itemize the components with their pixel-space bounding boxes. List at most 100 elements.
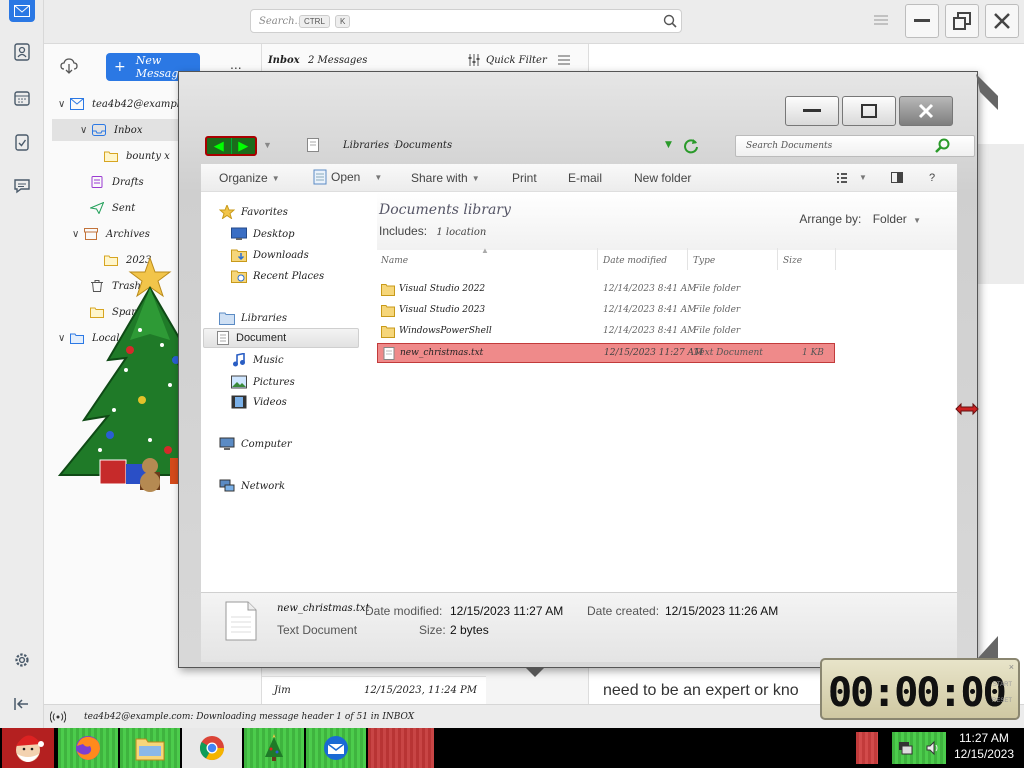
santa-start-icon: [16, 735, 44, 762]
countdown-timer-widget: 00:00:00 × START RESET: [820, 658, 1020, 720]
nav-favorites[interactable]: Favorites: [219, 202, 288, 222]
nav-videos[interactable]: Videos: [231, 392, 287, 412]
app-menu-button[interactable]: [874, 14, 888, 26]
archive-icon: [84, 228, 98, 240]
email-label: E-mail: [568, 171, 603, 185]
chat-button[interactable]: [10, 174, 34, 198]
taskbar-clock[interactable]: 11:27 AM 12/15/2023: [954, 730, 1014, 762]
settings-button[interactable]: [10, 648, 34, 672]
videos-icon: [231, 395, 247, 409]
online-status-icon[interactable]: [50, 711, 66, 723]
arrange-by-dropdown[interactable]: Folder: [873, 212, 907, 226]
desktop-icon: [231, 227, 247, 240]
tasks-button[interactable]: [10, 130, 34, 154]
explorer-minimize-button[interactable]: [785, 96, 839, 126]
back-button[interactable]: ◀: [207, 138, 231, 154]
quick-filter-label[interactable]: Quick Filter: [486, 55, 547, 66]
timer-close-icon[interactable]: ×: [1009, 662, 1014, 672]
tb-close-button[interactable]: [985, 4, 1019, 38]
email-button[interactable]: E-mail: [568, 171, 602, 185]
taskbar-thunderbird[interactable]: [306, 728, 366, 768]
preview-pane-icon[interactable]: [891, 172, 903, 183]
file-row[interactable]: WindowsPowerShell 12/14/2023 8:41 AM Fil…: [377, 322, 835, 342]
taskbar-firefox[interactable]: [58, 728, 118, 768]
volume-icon[interactable]: [925, 740, 941, 756]
file-row[interactable]: Visual Studio 2022 12/14/2023 8:41 AM Fi…: [377, 280, 835, 300]
view-dropdown-icon[interactable]: ▼: [859, 173, 867, 182]
start-button[interactable]: [2, 728, 54, 768]
address-dropdown[interactable]: ▼: [665, 140, 672, 150]
tb-restore-button[interactable]: [945, 4, 979, 38]
print-button[interactable]: Print: [512, 171, 537, 185]
help-button[interactable]: ?: [929, 172, 935, 184]
sort-up-icon: ▲: [481, 246, 489, 255]
view-options-icon[interactable]: [837, 173, 847, 183]
calendar-button[interactable]: [10, 86, 34, 110]
nav-recent-places[interactable]: Recent Places: [231, 266, 324, 286]
nav-music[interactable]: Music: [231, 350, 284, 370]
open-menu[interactable]: Open ▼: [313, 169, 382, 185]
col-size[interactable]: Size: [783, 256, 802, 266]
details-filetype: Text Document: [277, 623, 358, 637]
nav-desktop[interactable]: Desktop: [231, 224, 295, 244]
col-date-modified[interactable]: Date modified: [603, 256, 667, 266]
breadcrumb-documents[interactable]: Documents: [395, 140, 452, 151]
network-tray-icon[interactable]: [898, 740, 914, 756]
taskbar-christmas-app[interactable]: [244, 728, 304, 768]
taskbar-chrome[interactable]: [182, 728, 242, 768]
nav-network[interactable]: Network: [219, 476, 285, 496]
file-type: File folder: [693, 284, 741, 294]
refresh-icon[interactable]: [683, 138, 699, 154]
breadcrumb-libraries[interactable]: Libraries: [343, 140, 389, 151]
includes-locations-link[interactable]: 1 location: [436, 227, 486, 238]
forward-button[interactable]: ▶: [230, 138, 256, 154]
navigation-pane: Favorites Desktop Downloads Recent Place…: [201, 192, 361, 592]
taskbar-file-explorer[interactable]: [120, 728, 180, 768]
details-size-label: Size:: [419, 623, 446, 637]
expand-chevron-icon: ∨: [80, 124, 88, 136]
expand-chevron-icon: ∨: [72, 228, 80, 240]
sent-icon: [90, 202, 104, 214]
explorer-close-button[interactable]: [899, 96, 953, 126]
show-hidden-icons[interactable]: [856, 732, 878, 764]
explorer-maximize-button[interactable]: [842, 96, 896, 126]
taskbar-app-7[interactable]: [368, 728, 434, 768]
nav-libraries[interactable]: Libraries: [219, 308, 287, 328]
account-icon: [70, 98, 84, 110]
organize-menu[interactable]: Organize ▼: [219, 171, 280, 185]
forward-arrow-icon: ▶: [238, 138, 249, 153]
file-row[interactable]: Visual Studio 2023 12/14/2023 8:41 AM Fi…: [377, 301, 835, 321]
nav-pictures[interactable]: Pictures: [231, 372, 295, 392]
get-messages-icon[interactable]: [60, 58, 78, 74]
collapse-spaces-button[interactable]: [10, 692, 34, 716]
search-icon[interactable]: [935, 138, 951, 154]
details-date-modified: 12/15/2023 11:27 AM: [450, 604, 564, 618]
quick-filter-icon[interactable]: [468, 54, 480, 66]
tb-minimize-button[interactable]: [905, 4, 939, 38]
nav-computer[interactable]: Computer: [219, 434, 292, 454]
details-pane: new_christmas.txt Text Document Date mod…: [201, 592, 957, 662]
details-date-created-label: Date created:: [587, 604, 660, 618]
message-date: 12/15/2023, 11:24 PM: [364, 685, 477, 696]
mail-space-button[interactable]: [9, 0, 35, 22]
folder-icon: [381, 305, 395, 317]
message-row[interactable]: Jim 12/15/2023, 11:24 PM: [262, 676, 486, 704]
nav-documents[interactable]: Document: [203, 328, 359, 348]
global-search-input[interactable]: Search... CTRL K: [250, 9, 682, 33]
col-type[interactable]: Type: [693, 256, 715, 266]
display-options-icon[interactable]: [558, 54, 570, 66]
folder-pane-menu-button[interactable]: ...: [230, 56, 242, 72]
address-book-button[interactable]: [10, 40, 34, 64]
timer-start-button[interactable]: START: [993, 682, 1012, 688]
status-text: tea4b42@example.com: Downloading message…: [84, 712, 415, 722]
close-icon: [918, 103, 934, 119]
column-headers: ▲ Name Date modified Type Size: [377, 246, 837, 274]
timer-reset-button[interactable]: RESET: [992, 698, 1012, 704]
share-with-menu[interactable]: Share with ▼: [411, 171, 480, 185]
nav-downloads[interactable]: Downloads: [231, 245, 309, 265]
file-row-selected[interactable]: new_christmas.txt 12/15/2023 11:27 AM Te…: [377, 343, 835, 363]
resize-arrows-icon[interactable]: [955, 402, 979, 416]
new-folder-button[interactable]: New folder: [634, 171, 691, 185]
recent-pages-dropdown[interactable]: ▼: [263, 140, 272, 150]
col-name[interactable]: Name: [381, 256, 408, 266]
